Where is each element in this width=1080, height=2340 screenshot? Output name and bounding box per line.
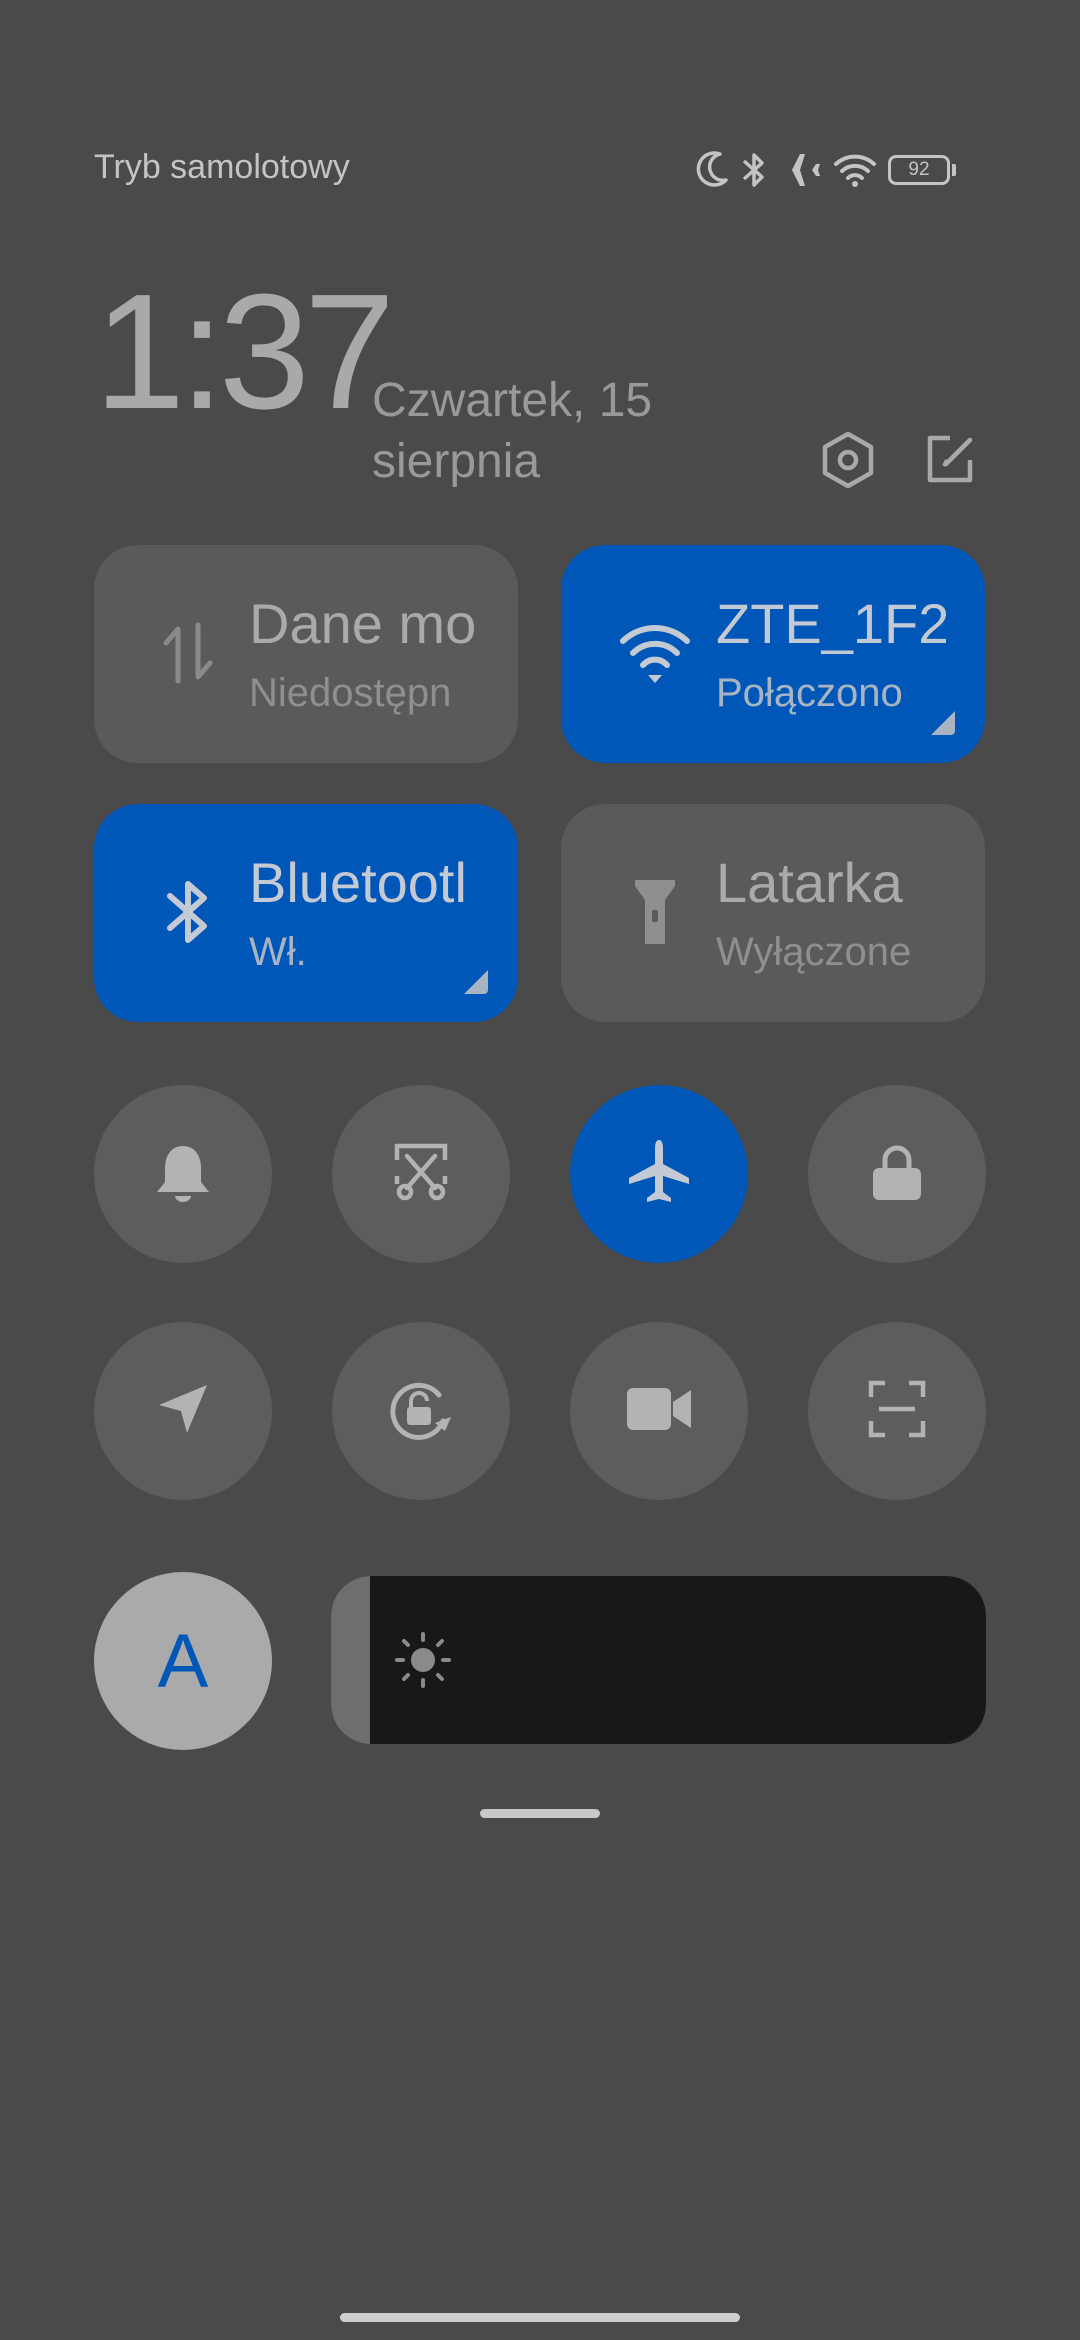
brightness-fill — [331, 1576, 370, 1744]
tile-bluetooth[interactable]: Bluetootl Wł. — [94, 804, 518, 1022]
battery-indicator: 92 — [888, 155, 956, 185]
tile-title: Latarka — [716, 851, 903, 914]
navigation-gesture-bar[interactable] — [340, 2313, 740, 2322]
tile-wifi[interactable]: ZTE_1F2 Połączono — [561, 545, 985, 763]
tile-subtitle: Wyłączone — [716, 930, 912, 974]
airplane-icon — [778, 150, 822, 190]
expand-indicator — [464, 970, 488, 994]
toggle-screenshot[interactable] — [332, 1085, 510, 1263]
flashlight-icon — [617, 874, 693, 950]
airplane-icon — [623, 1136, 695, 1213]
panel-handle[interactable] — [480, 1809, 600, 1818]
battery-level: 92 — [888, 155, 950, 185]
toggle-sound[interactable] — [94, 1085, 272, 1263]
toggle-lock-screen[interactable] — [808, 1085, 986, 1263]
brightness-slider[interactable] — [331, 1576, 986, 1744]
status-mode-text: Tryb samolotowy — [94, 148, 350, 186]
scan-icon — [867, 1379, 927, 1444]
date: Czwartek, 15 sierpnia — [372, 370, 732, 492]
bluetooth-icon — [150, 874, 226, 950]
wifi-icon — [832, 150, 878, 190]
moon-icon — [696, 150, 730, 190]
clock: 1:37 — [94, 260, 395, 443]
status-icons: 92 — [696, 144, 956, 196]
auto-brightness-button[interactable]: A — [94, 1572, 272, 1750]
wifi-icon — [617, 615, 693, 691]
settings-icon[interactable] — [810, 422, 886, 498]
tile-title: Bluetootl — [249, 851, 467, 914]
expand-indicator — [931, 711, 955, 735]
toggle-scanner[interactable] — [808, 1322, 986, 1500]
tile-mobile-data[interactable]: Dane mo Niedostępn — [94, 545, 518, 763]
date-line-1: Czwartek, 15 — [372, 374, 653, 427]
lock-icon — [867, 1140, 927, 1209]
toggle-airplane[interactable] — [570, 1085, 748, 1263]
tile-subtitle: Wł. — [249, 930, 307, 974]
tile-title: Dane mo — [249, 592, 477, 655]
mobile-data-icon — [150, 615, 226, 691]
location-icon — [153, 1379, 213, 1444]
bell-icon — [151, 1140, 215, 1209]
rotation-lock-icon — [383, 1373, 459, 1450]
tile-flashlight[interactable]: Latarka Wyłączone — [561, 804, 985, 1022]
tile-title: ZTE_1F2 — [716, 592, 946, 655]
screenshot-icon — [389, 1140, 453, 1209]
tile-subtitle: Niedostępn — [249, 671, 452, 715]
bluetooth-icon — [740, 150, 768, 190]
edit-icon[interactable] — [912, 422, 988, 498]
video-camera-icon — [625, 1384, 693, 1439]
toggle-rotation-lock[interactable] — [332, 1322, 510, 1500]
tile-subtitle: Połączono — [716, 671, 903, 715]
sun-icon — [391, 1628, 455, 1692]
date-line-2: sierpnia — [372, 435, 541, 488]
toggle-location[interactable] — [94, 1322, 272, 1500]
toggle-video-recorder[interactable] — [570, 1322, 748, 1500]
